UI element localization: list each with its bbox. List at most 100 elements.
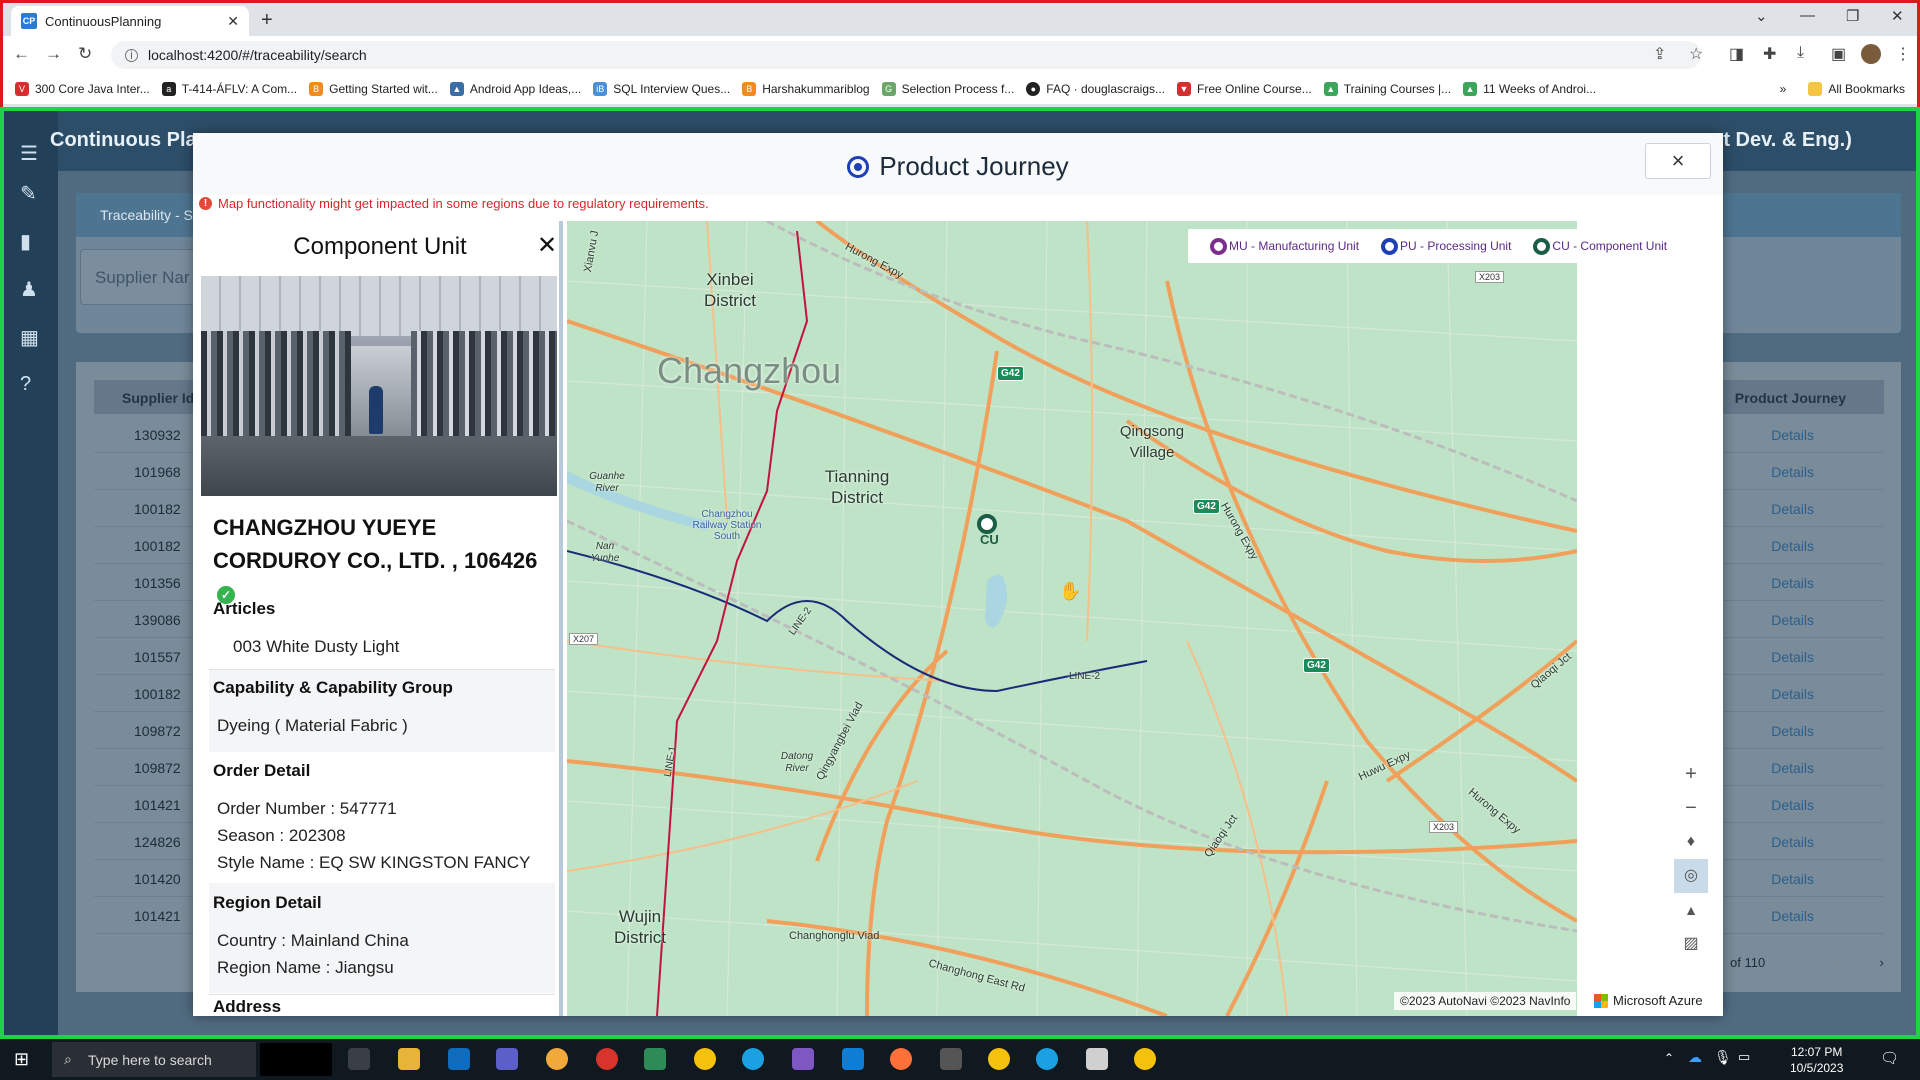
details-link[interactable]: Details: [1771, 834, 1814, 850]
battery-icon[interactable]: ▭: [1738, 1049, 1750, 1065]
side-panel-icon[interactable]: ▣: [1831, 44, 1846, 64]
bookmark-item[interactable]: iB SQL Interview Ques...: [593, 82, 730, 96]
zoom-in-button[interactable]: +: [1674, 757, 1708, 791]
help-icon[interactable]: ?: [20, 373, 31, 396]
firefox-icon[interactable]: [890, 1048, 912, 1070]
more-bookmarks-icon[interactable]: »: [1780, 82, 1787, 96]
site-info-icon[interactable]: i: [125, 48, 138, 62]
outlook-icon[interactable]: [448, 1048, 470, 1070]
modal-close-button[interactable]: ×: [1645, 143, 1711, 179]
details-link[interactable]: Details: [1771, 649, 1814, 665]
bookmark-item[interactable]: ▲ Training Courses |...: [1323, 82, 1451, 96]
edit-icon[interactable]: ✎: [20, 181, 37, 206]
style-name: Style Name : EQ SW KINGSTON FANCY: [217, 853, 531, 872]
bookmark-item[interactable]: ▼ Free Online Course...: [1177, 82, 1312, 96]
details-link[interactable]: Details: [1771, 464, 1814, 480]
map-style-icon[interactable]: ▨: [1674, 927, 1708, 961]
details-link[interactable]: Details: [1771, 871, 1814, 887]
prev-page-icon[interactable]: ‹: [1835, 955, 1839, 970]
teams-icon[interactable]: [496, 1048, 518, 1070]
bookmark-star-icon[interactable]: ☆: [1689, 44, 1703, 64]
file-explorer-icon[interactable]: [398, 1048, 420, 1070]
onedrive-icon[interactable]: ☁: [1688, 1049, 1702, 1066]
search-highlight-thumb[interactable]: [260, 1043, 332, 1076]
details-link[interactable]: Details: [1771, 723, 1814, 739]
compass-icon[interactable]: ♦: [1674, 825, 1708, 859]
details-link[interactable]: Details: [1771, 760, 1814, 776]
back-icon[interactable]: ←: [13, 44, 30, 64]
bookmark-item[interactable]: ▲ 11 Weeks of Androi...: [1463, 82, 1596, 96]
minimize-icon[interactable]: —: [1800, 7, 1815, 24]
address-bar[interactable]: i localhost:4200/#/traceability/search: [111, 41, 1701, 69]
menu-kebab-icon[interactable]: ⋮: [1895, 44, 1911, 64]
details-link[interactable]: Details: [1771, 686, 1814, 702]
mu-ring-icon: [1210, 237, 1227, 255]
road-shield: X203: [1475, 271, 1505, 283]
system-clock[interactable]: 12:07 PM 10/5/2023: [1790, 1044, 1843, 1076]
tailor-icon[interactable]: ♟: [20, 277, 38, 302]
close-tab-icon[interactable]: ✕: [227, 13, 239, 30]
details-link[interactable]: Details: [1771, 908, 1814, 924]
new-tab-icon[interactable]: +: [261, 9, 273, 32]
bookmark-item[interactable]: ● FAQ · douglascraigs...: [1026, 82, 1165, 96]
browser-tab[interactable]: CP ContinuousPlanning ✕: [11, 6, 249, 36]
chrome-active-icon[interactable]: [988, 1048, 1010, 1070]
tab-search-chevron-icon[interactable]: ⌄: [1755, 7, 1768, 25]
bookmark-item[interactable]: G Selection Process f...: [881, 82, 1014, 96]
restore-icon[interactable]: ❐: [1846, 7, 1859, 25]
edge-icon[interactable]: [742, 1048, 764, 1070]
tilt-icon[interactable]: ▲: [1674, 893, 1708, 927]
address-bar-row: ← → ↻ i localhost:4200/#/traceability/se…: [3, 36, 1917, 74]
taskbar-search-input[interactable]: ⌕ Type here to search: [52, 1042, 256, 1077]
map-canvas[interactable]: Changzhou Xinbei District Tianning Distr…: [567, 221, 1577, 1016]
hamburger-menu-icon[interactable]: ☰: [20, 141, 38, 166]
settings-icon[interactable]: [940, 1048, 962, 1070]
next-page-icon[interactable]: ›: [1880, 955, 1884, 970]
details-link[interactable]: Details: [1771, 797, 1814, 813]
chrome-icon[interactable]: [694, 1048, 716, 1070]
bookmark-favicon-icon: iB: [593, 82, 608, 96]
tray-chevron-icon[interactable]: ⌃: [1664, 1051, 1674, 1065]
microsoft-logo-icon: [1594, 993, 1608, 1008]
bottle-icon[interactable]: ▮: [20, 229, 31, 254]
vscode-icon[interactable]: [842, 1048, 864, 1070]
extension-icon[interactable]: ◨: [1729, 44, 1744, 64]
profile-avatar[interactable]: [1861, 44, 1881, 64]
app-icon[interactable]: [596, 1048, 618, 1070]
details-link[interactable]: Details: [1771, 538, 1814, 554]
task-view-icon[interactable]: [348, 1048, 370, 1070]
bookmark-item[interactable]: B Getting Started wit...: [309, 82, 438, 96]
bookmark-item[interactable]: B Harshakummariblog: [742, 82, 870, 96]
bookmark-item[interactable]: ▲ Android App Ideas,...: [449, 82, 581, 96]
bookmark-item[interactable]: V 300 Core Java Inter...: [15, 82, 150, 96]
forward-icon[interactable]: →: [45, 44, 62, 64]
bookmark-item[interactable]: a T-414-ÁFLV: A Com...: [161, 82, 297, 96]
chrome-2-icon[interactable]: [1134, 1048, 1156, 1070]
app-window-icon[interactable]: [1086, 1048, 1108, 1070]
location-icon[interactable]: ◎: [1674, 859, 1708, 893]
component-unit-marker[interactable]: [977, 514, 997, 534]
panel-close-icon[interactable]: ✕: [537, 231, 557, 260]
map-label-qingsong: Qingsong Village: [1119, 423, 1185, 461]
download-icon[interactable]: ⤓: [1797, 44, 1804, 62]
details-link[interactable]: Details: [1771, 575, 1814, 591]
puzzle-icon[interactable]: ✚: [1763, 44, 1776, 64]
notifications-icon[interactable]: 🗨: [1880, 1049, 1899, 1067]
windows-start-icon[interactable]: ⊞: [14, 1049, 29, 1070]
details-link[interactable]: Details: [1771, 427, 1814, 443]
table-icon[interactable]: ▦: [20, 325, 39, 350]
reload-icon[interactable]: ↻: [78, 44, 92, 64]
edge-2-icon[interactable]: [1036, 1048, 1058, 1070]
bookmark-favicon-icon: ▲: [1463, 82, 1478, 96]
details-link[interactable]: Details: [1771, 612, 1814, 628]
zoom-out-button[interactable]: −: [1674, 791, 1708, 825]
close-window-icon[interactable]: ✕: [1891, 7, 1904, 25]
mic-icon[interactable]: 🎙: [1714, 1049, 1732, 1066]
notepad-icon[interactable]: [644, 1048, 666, 1070]
share-icon[interactable]: ⇪: [1653, 44, 1666, 64]
visual-studio-icon[interactable]: [792, 1048, 814, 1070]
details-link[interactable]: Details: [1771, 501, 1814, 517]
all-bookmarks[interactable]: All Bookmarks: [1808, 82, 1905, 96]
bookmark-favicon-icon: ▼: [1177, 82, 1192, 96]
search-app-icon[interactable]: [546, 1048, 568, 1070]
